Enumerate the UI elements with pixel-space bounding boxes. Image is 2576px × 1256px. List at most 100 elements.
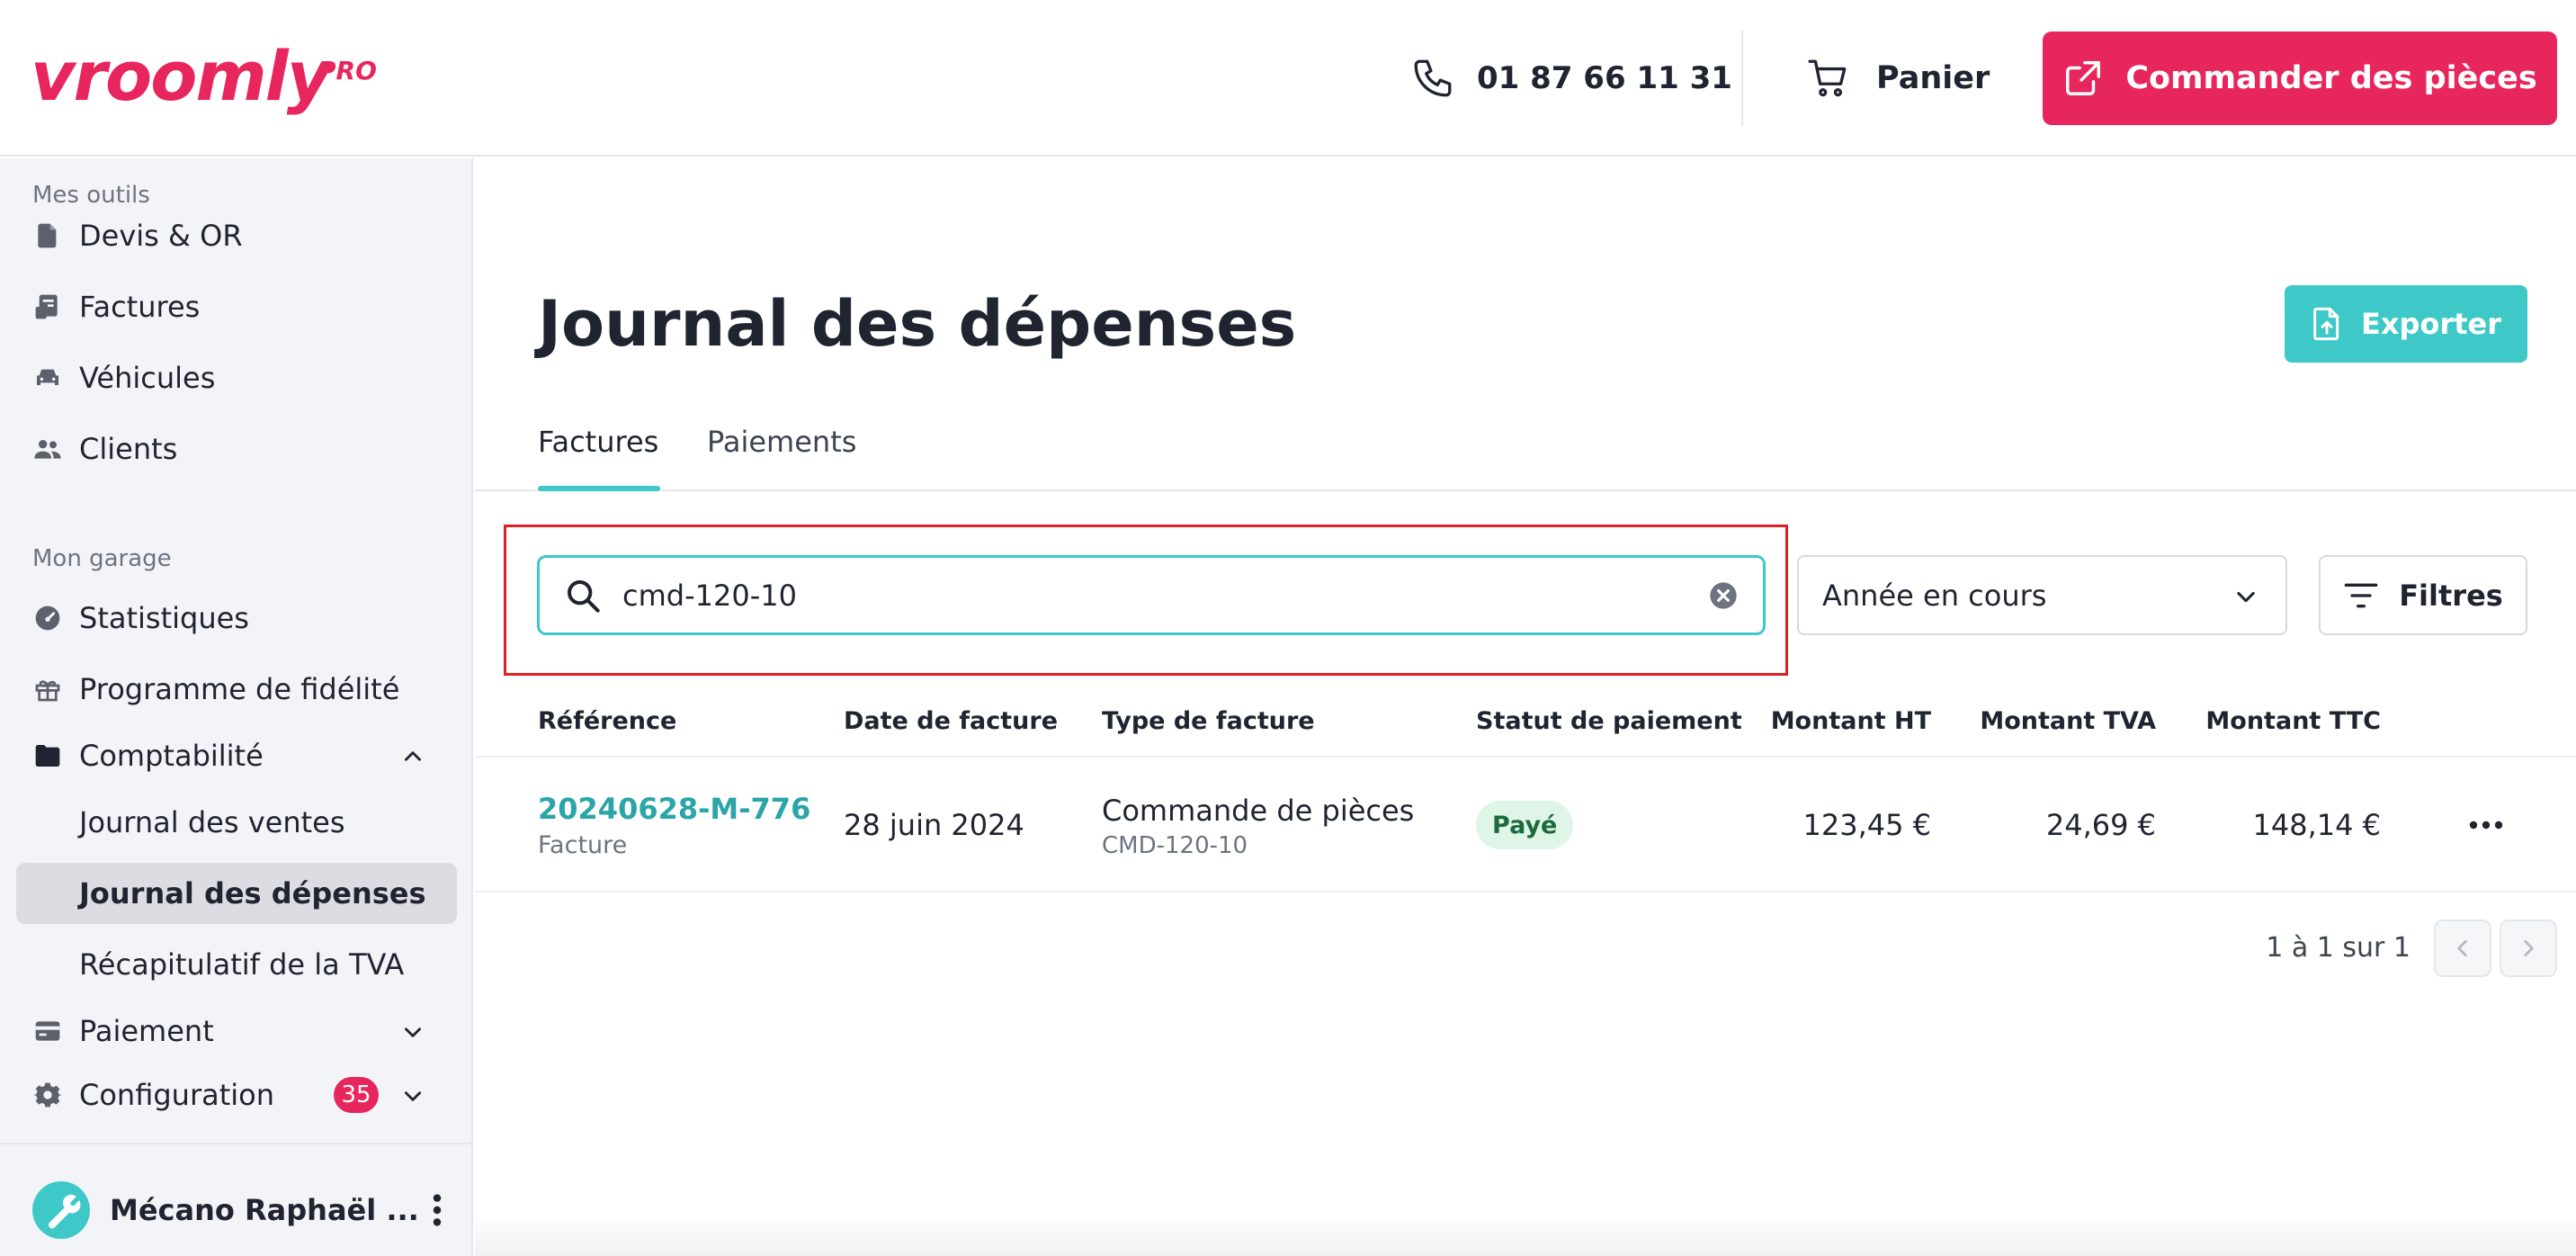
sidebar-item-label: Comptabilité — [79, 739, 264, 773]
chevron-down-icon — [405, 1027, 421, 1037]
phone-number: 01 87 66 11 31 — [1477, 60, 1732, 96]
column-header-ttc[interactable]: Montant TTC — [2159, 707, 2381, 735]
invoice-reference-type: Facture — [538, 831, 628, 859]
sidebar-item-label: Clients — [79, 432, 178, 466]
pagination-info: 1 à 1 sur 1 — [2266, 932, 2411, 964]
sidebar-item-paiement[interactable]: Paiement — [16, 1000, 457, 1062]
folder-icon — [32, 740, 63, 771]
sidebar: Mes outils Devis & OR Factures Véhicules… — [0, 158, 473, 1256]
year-select-value: Année en cours — [1822, 578, 2047, 613]
phone-icon — [1414, 59, 1452, 97]
sidebar-item-statistiques[interactable]: Statistiques — [16, 588, 457, 649]
sidebar-item-journal-depenses[interactable]: Journal des dépenses — [16, 863, 457, 924]
active-tab-indicator — [538, 486, 660, 491]
chevron-down-icon — [405, 1091, 421, 1101]
clear-icon[interactable] — [1709, 581, 1738, 610]
wrench-icon — [49, 1194, 81, 1229]
sidebar-item-comptabilite[interactable]: Comptabilité — [16, 725, 457, 786]
search-input[interactable] — [622, 578, 1702, 613]
table-row-divider — [475, 891, 2576, 893]
more-vertical-icon[interactable] — [419, 1189, 455, 1231]
next-page-button[interactable] — [2500, 920, 2557, 977]
card-icon — [32, 1016, 63, 1046]
sidebar-item-label: Devis & OR — [79, 219, 243, 253]
cart-link[interactable]: Panier — [1806, 50, 1990, 106]
section-label-garage: Mon garage — [32, 545, 172, 572]
avatar — [32, 1181, 90, 1239]
amount-tva: 24,69 € — [2045, 808, 2156, 842]
sidebar-item-label: Paiement — [79, 1014, 214, 1048]
column-header-reference[interactable]: Référence — [538, 707, 676, 735]
invoice-type: Commande de pièces — [1102, 794, 1415, 828]
page-title: Journal des dépenses — [538, 287, 1297, 361]
sidebar-item-label: Journal des ventes — [79, 805, 345, 839]
status-badge: Payé — [1476, 801, 1574, 849]
file-upload-icon — [2313, 307, 2339, 341]
tab-paiements[interactable]: Paiements — [707, 423, 856, 491]
external-link-icon — [2066, 61, 2101, 95]
user-name: Mécano Raphaël ... — [110, 1193, 419, 1227]
top-header: vroomly PRO 01 87 66 11 31 Panier Comman… — [0, 0, 2576, 157]
export-label: Exporter — [2361, 307, 2501, 341]
sidebar-item-label: Configuration — [79, 1078, 275, 1112]
column-header-date[interactable]: Date de facture — [844, 707, 1058, 735]
vroomly-logo[interactable]: vroomly — [31, 36, 331, 117]
more-horizontal-icon[interactable] — [2466, 810, 2506, 840]
gift-icon — [32, 674, 63, 704]
column-header-tva[interactable]: Montant TVA — [1934, 707, 2156, 735]
sidebar-item-label: Factures — [79, 290, 201, 324]
invoice-reference-link[interactable]: 20240628-M-776 — [538, 792, 810, 826]
invoice-order-number: CMD-120-10 — [1102, 832, 1248, 859]
column-header-ht[interactable]: Montant HT — [1709, 707, 1931, 735]
chevron-left-icon — [2457, 940, 2467, 956]
invoice-date: 28 juin 2024 — [844, 808, 1024, 842]
export-button[interactable]: Exporter — [2285, 285, 2527, 363]
notification-badge: 35 — [334, 1077, 379, 1113]
column-header-status[interactable]: Statut de paiement — [1476, 707, 1742, 735]
sidebar-item-label: Véhicules — [79, 361, 216, 395]
gear-icon — [32, 1080, 63, 1110]
previous-page-button[interactable] — [2434, 920, 2491, 977]
sidebar-item-label: Journal des dépenses — [79, 876, 426, 911]
phone-contact[interactable]: 01 87 66 11 31 — [1410, 50, 1732, 106]
table-header-divider — [475, 756, 2576, 758]
sidebar-item-vehicules[interactable]: Véhicules — [16, 347, 457, 408]
document-icon — [32, 220, 63, 251]
sidebar-item-label: Statistiques — [79, 601, 249, 635]
year-select[interactable]: Année en cours — [1797, 555, 2287, 635]
sidebar-item-recap-tva[interactable]: Récapitulatif de la TVA — [16, 934, 457, 995]
amount-ttc: 148,14 € — [2252, 808, 2382, 842]
invoice-icon — [32, 292, 63, 322]
cart-label: Panier — [1876, 60, 1990, 96]
chevron-right-icon — [2524, 940, 2534, 956]
sidebar-item-label: Récapitulatif de la TVA — [79, 947, 405, 982]
sidebar-divider — [0, 1143, 471, 1144]
search-icon — [568, 579, 600, 613]
filter-icon — [2344, 583, 2378, 607]
chevron-up-icon — [405, 751, 421, 761]
sidebar-item-fidelite[interactable]: Programme de fidélité — [16, 659, 457, 720]
sidebar-item-clients[interactable]: Clients — [16, 418, 457, 480]
filters-label: Filtres — [2399, 578, 2503, 613]
tabs-divider — [475, 489, 2576, 491]
sidebar-item-factures[interactable]: Factures — [16, 276, 457, 337]
gauge-icon — [32, 603, 63, 633]
column-header-type[interactable]: Type de facture — [1102, 707, 1315, 735]
cart-icon — [1808, 59, 1847, 97]
bottom-shadow — [475, 1215, 2576, 1256]
header-divider — [1741, 31, 1743, 126]
sidebar-item-configuration[interactable]: Configuration 35 — [16, 1064, 457, 1126]
logo-pro-label: PRO — [318, 56, 377, 85]
tab-factures[interactable]: Factures — [538, 423, 658, 491]
sidebar-item-journal-ventes[interactable]: Journal des ventes — [16, 792, 457, 853]
sidebar-item-devis[interactable]: Devis & OR — [16, 205, 457, 266]
amount-ht: 123,45 € — [1802, 808, 1932, 842]
order-parts-button[interactable]: Commander des pièces — [2043, 31, 2557, 125]
user-menu[interactable]: Mécano Raphaël ... — [32, 1179, 455, 1242]
sidebar-item-label: Programme de fidélité — [79, 672, 400, 706]
order-parts-label: Commander des pièces — [2125, 60, 2537, 96]
chevron-down-icon — [2237, 591, 2255, 603]
car-icon — [32, 363, 63, 393]
filters-button[interactable]: Filtres — [2319, 555, 2527, 635]
search-field[interactable] — [537, 555, 1766, 635]
